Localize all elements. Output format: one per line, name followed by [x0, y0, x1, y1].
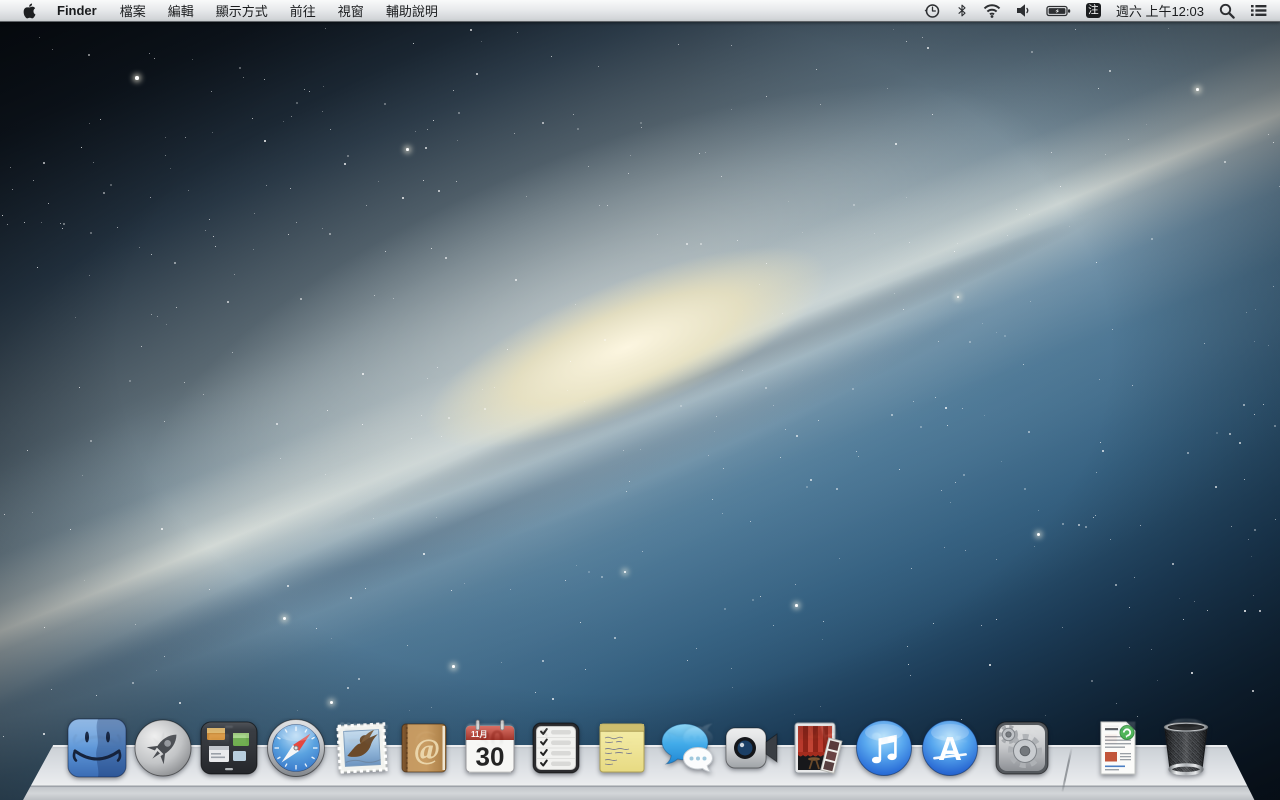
menu-file[interactable]: 檔案 [109, 0, 157, 21]
dock-item-system-preferences[interactable] [992, 718, 1052, 778]
wifi-menu[interactable] [983, 0, 1001, 21]
launchpad-icon [133, 718, 193, 778]
dock-item-finder[interactable] [67, 718, 127, 778]
volume-icon [1016, 3, 1031, 18]
starfield [0, 0, 1280, 800]
itunes-icon [854, 718, 914, 778]
dock-item-facetime[interactable] [721, 718, 781, 778]
system-preferences-icon [992, 718, 1052, 778]
facetime-icon [721, 718, 781, 778]
dock-item-calendar[interactable]: 11月 30 11月 30 [460, 718, 520, 778]
dock-item-app-store[interactable]: A A [920, 718, 980, 778]
dock: @ @ 11月 30 [0, 745, 1280, 800]
bluetooth-icon [956, 2, 968, 19]
dock-item-mail[interactable] [332, 718, 392, 778]
volume-menu[interactable] [1016, 0, 1031, 21]
menu-bar-status-area: 注 週六 上午12:03 [924, 0, 1280, 21]
dock-item-mission-control[interactable] [199, 718, 259, 778]
dock-item-launchpad[interactable] [133, 718, 193, 778]
safari-icon [266, 718, 326, 778]
dock-item-reminders[interactable] [526, 718, 586, 778]
calendar-day-label: 30 [476, 742, 505, 772]
spotlight-icon [1219, 3, 1235, 19]
bluetooth-menu[interactable] [956, 0, 968, 21]
reminders-icon [526, 718, 586, 778]
time-machine-icon [924, 2, 941, 19]
finder-icon [67, 718, 127, 778]
menu-bar-clock[interactable]: 週六 上午12:03 [1116, 1, 1204, 20]
svg-text:@: @ [415, 733, 440, 766]
svg-text:A: A [938, 730, 962, 767]
apple-menu[interactable] [14, 0, 45, 21]
app-store-icon: A [920, 718, 980, 778]
messages-icon [658, 718, 718, 778]
menu-view[interactable]: 顯示方式 [205, 0, 279, 21]
dock-item-safari[interactable] [266, 718, 326, 778]
menu-window[interactable]: 視窗 [327, 0, 375, 21]
menu-bar-left: Finder 檔案 編輯 顯示方式 前往 視窗 輔助說明 [0, 0, 449, 21]
desktop-wallpaper [0, 0, 1280, 800]
input-method-badge: 注 [1086, 3, 1101, 18]
document-icon [1088, 718, 1148, 778]
app-menu-finder[interactable]: Finder [45, 0, 109, 21]
contacts-icon: @ [394, 718, 454, 778]
wifi-icon [983, 3, 1001, 18]
menu-edit[interactable]: 編輯 [157, 0, 205, 21]
notes-icon [592, 718, 652, 778]
dock-item-documents-stack[interactable] [1088, 718, 1148, 778]
time-machine-menu[interactable] [924, 0, 941, 21]
notification-center-menu[interactable] [1250, 0, 1267, 21]
menu-help[interactable]: 輔助說明 [375, 0, 449, 21]
notification-center-icon [1250, 3, 1267, 18]
dock-item-itunes[interactable] [854, 718, 914, 778]
photo-booth-icon [787, 718, 847, 778]
dock-item-contacts[interactable]: @ @ [394, 718, 454, 778]
battery-menu[interactable] [1046, 0, 1071, 21]
calendar-month-label: 11月 [471, 730, 487, 739]
spotlight-menu[interactable] [1219, 0, 1235, 21]
menu-go[interactable]: 前往 [279, 0, 327, 21]
dock-item-photo-booth[interactable] [787, 718, 847, 778]
input-method-menu[interactable]: 注 [1086, 0, 1101, 21]
mission-control-icon [199, 718, 259, 778]
dock-item-trash[interactable] [1154, 716, 1218, 778]
mail-icon [332, 718, 392, 778]
battery-icon [1046, 4, 1071, 18]
menu-bar: Finder 檔案 編輯 顯示方式 前往 視窗 輔助說明 [0, 0, 1280, 22]
trash-icon [1154, 716, 1218, 778]
calendar-icon: 11月 30 [460, 718, 520, 778]
dock-item-messages[interactable] [658, 718, 718, 778]
dock-item-notes[interactable] [592, 718, 652, 778]
apple-logo-icon [23, 3, 36, 19]
